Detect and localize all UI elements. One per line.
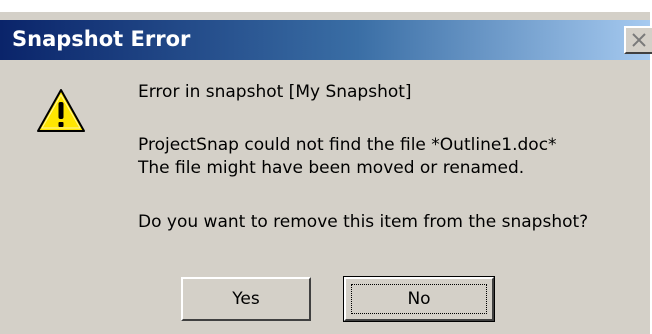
close-icon	[632, 33, 646, 47]
error-detail-reason: The file might have been moved or rename…	[138, 158, 525, 178]
warning-icon	[37, 89, 85, 132]
no-button-label: No	[407, 289, 431, 309]
dialog-window: Snapshot Error Error in snapshot [My Sna…	[0, 0, 652, 334]
title-bar[interactable]: Snapshot Error	[0, 20, 652, 60]
error-heading: Error in snapshot [My Snapshot]	[138, 82, 412, 102]
yes-button[interactable]: Yes	[181, 277, 311, 321]
no-button[interactable]: No	[343, 276, 495, 322]
error-detail-file: ProjectSnap could not find the file *Out…	[138, 135, 557, 155]
confirm-question: Do you want to remove this item from the…	[138, 212, 589, 232]
close-button[interactable]	[624, 26, 652, 54]
window-title: Snapshot Error	[12, 27, 191, 51]
